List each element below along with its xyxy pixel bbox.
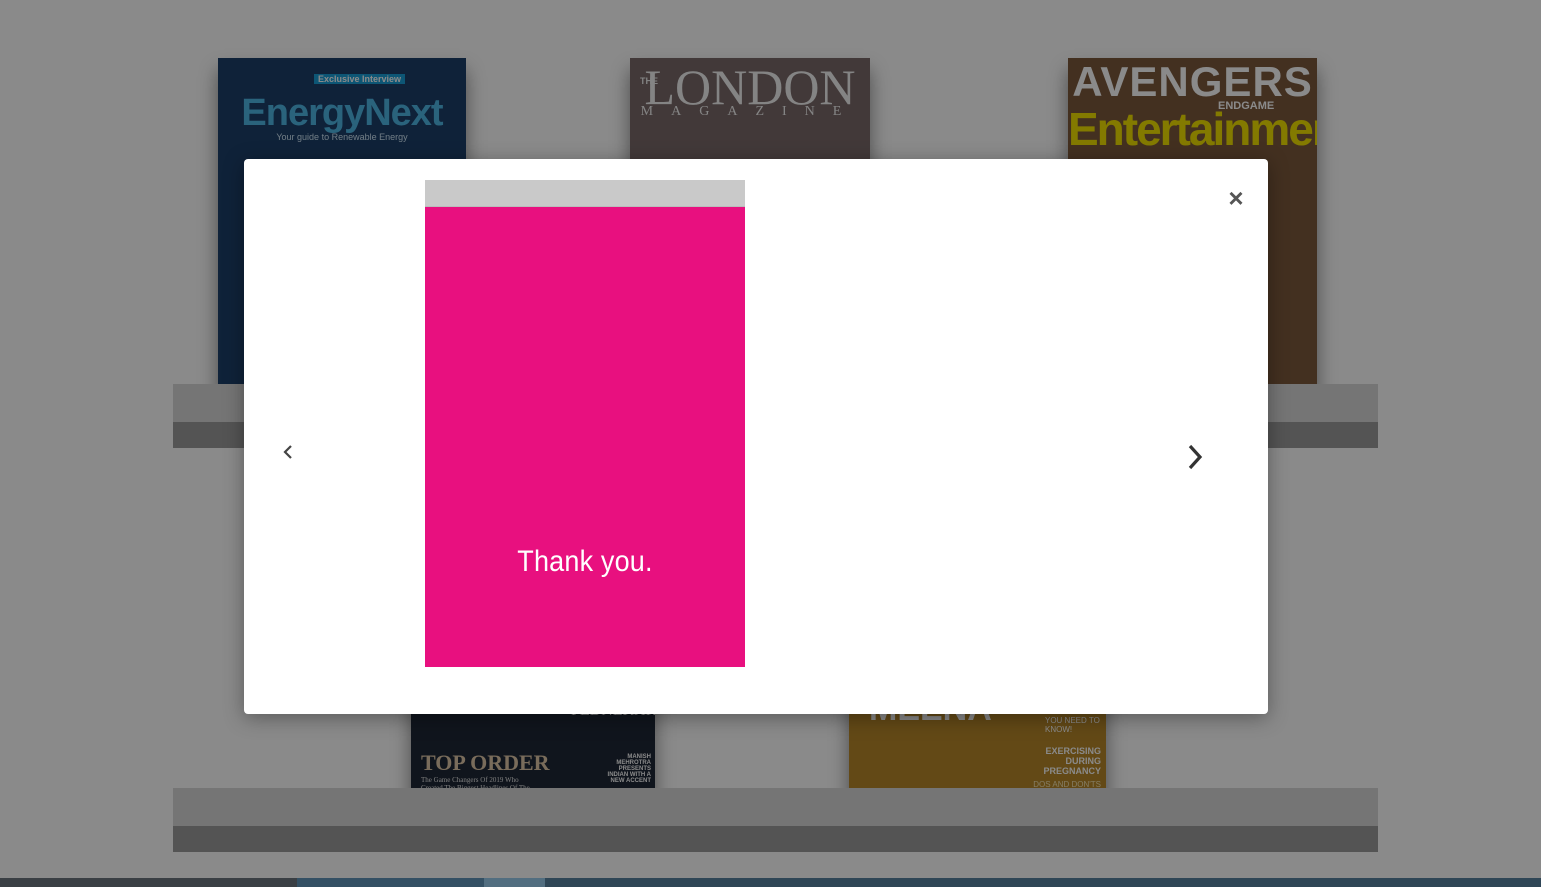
previous-button[interactable] [273,437,303,467]
footer-strip [0,878,1541,887]
lightbox-modal: × Thank you. [244,159,1268,714]
chevron-right-icon [1188,444,1203,470]
slide-image: Thank you. [425,180,745,667]
slide-message: Thank you. [517,545,653,578]
slide-top-bar [425,180,745,207]
close-icon: × [1228,183,1244,213]
chevron-left-icon [283,445,292,459]
next-button[interactable] [1180,442,1210,472]
close-button[interactable]: × [1224,183,1248,213]
